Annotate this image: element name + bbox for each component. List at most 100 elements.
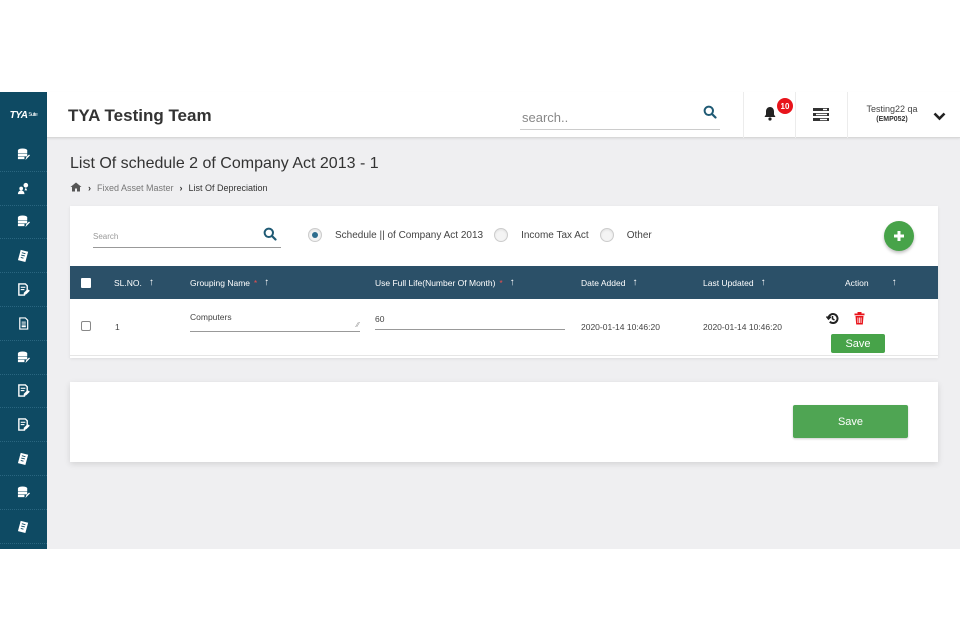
sidebar-item-8[interactable] <box>0 375 47 409</box>
form-footer-card: Save <box>70 382 938 462</box>
table-search <box>93 224 281 248</box>
sidebar-item-12[interactable] <box>0 510 47 544</box>
column-label: Use Full Life(Number Of Month) <box>375 278 496 288</box>
sort-arrow-icon[interactable]: ↑ <box>892 278 897 288</box>
sidebar-item-3[interactable] <box>0 206 47 240</box>
chevron-down-icon[interactable] <box>933 108 946 126</box>
sidebar: TYA Suite <box>0 92 47 549</box>
user-menu[interactable]: Testing22 qa (EMP052) <box>857 104 927 123</box>
required-mark: * <box>254 278 258 288</box>
sort-arrow-icon[interactable]: ↑ <box>632 278 637 288</box>
sidebar-item-2[interactable] <box>0 172 47 206</box>
sort-arrow-icon[interactable]: ↑ <box>761 278 766 288</box>
divider <box>847 92 848 138</box>
table-row: 1 Computers ⁄⁄ 60 2020-01-14 10:46:20 20… <box>70 299 938 356</box>
table-search-input[interactable] <box>93 232 243 241</box>
row-save-button[interactable]: Save <box>831 334 885 353</box>
depreciation-list-card: Schedule || of Company Act 2013 Income T… <box>70 206 938 358</box>
user-location-icon <box>17 182 30 195</box>
app-shell: TYASuite TYA Testing Team 10 Testing22 q… <box>0 92 960 549</box>
notepad-icon <box>17 249 30 263</box>
notepad-icon <box>17 452 30 466</box>
act-type-radio-group: Schedule || of Company Act 2013 Income T… <box>308 228 663 242</box>
page-title: List Of schedule 2 of Company Act 2013 -… <box>70 155 379 172</box>
sidebar-item-6[interactable] <box>0 307 47 341</box>
sidebar-item-10[interactable] <box>0 442 47 476</box>
chevron-right-icon: › <box>88 183 91 193</box>
divider <box>743 92 744 138</box>
sidebar-item-4[interactable] <box>0 239 47 274</box>
grouping-name-value: Computers <box>190 312 232 322</box>
logo-suffix: Suite <box>28 112 38 118</box>
sidebar-item-11[interactable] <box>0 476 47 510</box>
notepad-icon <box>17 520 30 533</box>
grouping-name-textarea[interactable]: Computers ⁄⁄ <box>190 312 360 332</box>
radio-schedule-ii[interactable] <box>308 228 322 242</box>
database-edit-icon <box>17 215 30 228</box>
history-icon[interactable] <box>825 312 839 327</box>
top-header: TYA Testing Team 10 Testing22 qa (EMP052… <box>47 92 960 138</box>
column-label: Grouping Name <box>190 278 251 288</box>
plus-icon <box>894 231 904 241</box>
document-icon <box>17 317 30 330</box>
radio-label[interactable]: Income Tax Act <box>521 230 589 241</box>
document-edit-icon <box>17 418 30 432</box>
column-label: Last Updated <box>703 278 754 288</box>
column-header-date-added[interactable]: Date Added ↑ <box>581 278 637 289</box>
database-edit-icon <box>17 486 30 499</box>
notification-badge: 10 <box>777 98 793 114</box>
user-id: (EMP052) <box>876 116 908 123</box>
radio-label[interactable]: Schedule || of Company Act 2013 <box>335 230 483 241</box>
header-search <box>520 102 720 130</box>
radio-income-tax-act[interactable] <box>494 228 509 242</box>
server-menu-icon[interactable] <box>813 108 829 126</box>
column-header-last-updated[interactable]: Last Updated ↑ <box>703 278 766 289</box>
column-label: SL.NO. <box>114 278 142 288</box>
sort-arrow-icon[interactable]: ↑ <box>264 278 269 288</box>
column-header-grouping-name[interactable]: Grouping Name * ↑ <box>190 278 269 289</box>
select-all-checkbox[interactable] <box>81 278 91 288</box>
divider <box>795 92 796 138</box>
bell-icon[interactable] <box>763 106 777 126</box>
row-checkbox[interactable] <box>81 321 91 331</box>
radio-other[interactable] <box>599 228 614 242</box>
trash-icon[interactable] <box>854 312 865 327</box>
database-edit-icon <box>17 148 30 161</box>
search-icon[interactable] <box>263 227 277 246</box>
user-name: Testing22 qa <box>866 104 918 114</box>
date-added-cell: 2020-01-14 10:46:20 <box>581 322 660 332</box>
column-label: Date Added <box>581 278 626 288</box>
column-header-sl-no[interactable]: SL.NO. ↑ <box>114 278 154 289</box>
sort-arrow-icon[interactable]: ↑ <box>510 278 515 288</box>
column-label: Action <box>845 278 869 288</box>
radio-label[interactable]: Other <box>627 230 652 241</box>
breadcrumb-item[interactable]: Fixed Asset Master <box>97 183 174 193</box>
save-button[interactable]: Save <box>793 405 908 438</box>
home-icon[interactable] <box>70 182 82 194</box>
document-edit-icon <box>17 384 30 398</box>
sl-no-cell: 1 <box>115 322 120 332</box>
sidebar-item-1[interactable] <box>0 138 47 172</box>
sort-arrow-icon[interactable]: ↑ <box>149 278 154 288</box>
column-header-action[interactable]: Action ↑ <box>845 278 897 289</box>
breadcrumb-current: List Of Depreciation <box>188 183 268 193</box>
last-updated-cell: 2020-01-14 10:46:20 <box>703 322 782 332</box>
add-button[interactable] <box>884 221 914 251</box>
header-search-input[interactable] <box>522 110 682 125</box>
sidebar-item-9[interactable] <box>0 408 47 443</box>
app-logo[interactable]: TYA Suite <box>0 92 47 138</box>
logo-text: TYA <box>9 109 28 121</box>
breadcrumb: › Fixed Asset Master › List Of Depreciat… <box>70 182 268 194</box>
database-edit-icon <box>17 351 30 364</box>
required-mark: * <box>499 278 503 288</box>
sidebar-item-5[interactable] <box>0 273 47 307</box>
useful-life-value: 60 <box>375 314 385 324</box>
search-icon[interactable] <box>703 105 717 124</box>
document-edit-icon <box>17 283 30 296</box>
sidebar-item-7[interactable] <box>0 341 47 375</box>
useful-life-input[interactable]: 60 <box>375 314 565 330</box>
table-header: SL.NO. ↑ Grouping Name * ↑ Use Full Life… <box>70 266 938 299</box>
resize-grip-icon[interactable]: ⁄⁄ <box>357 322 359 329</box>
chevron-right-icon: › <box>179 183 183 193</box>
column-header-useful-life[interactable]: Use Full Life(Number Of Month) * ↑ <box>375 278 515 289</box>
